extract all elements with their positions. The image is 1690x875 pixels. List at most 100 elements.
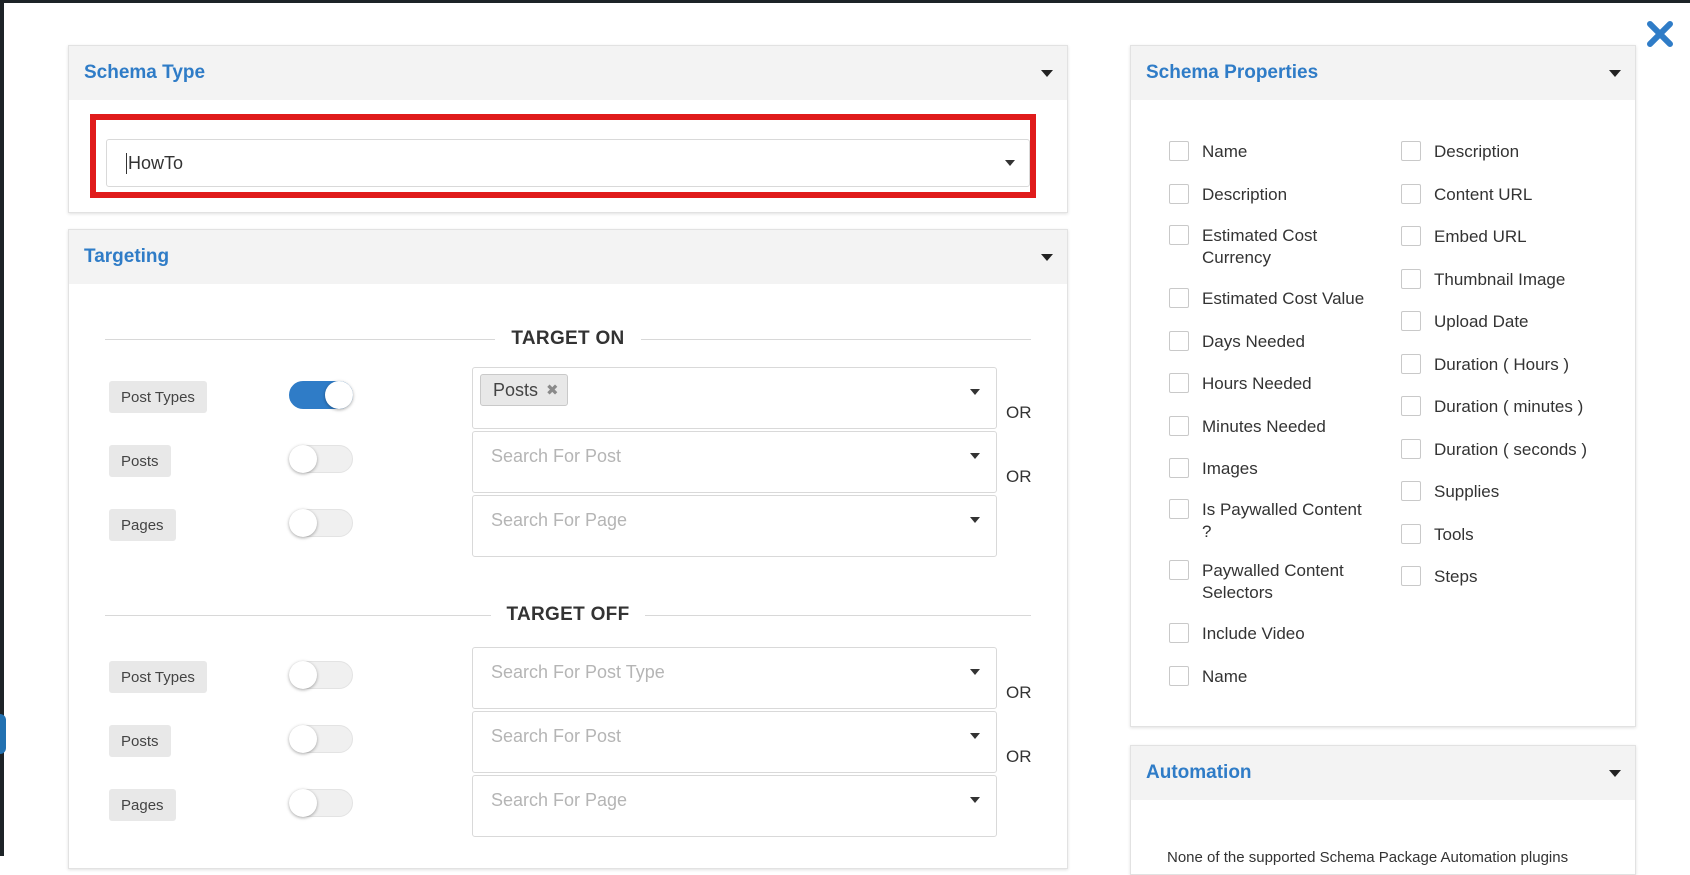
off-post-types-toggle[interactable] xyxy=(289,661,353,689)
property-checkbox[interactable]: Steps xyxy=(1401,566,1604,588)
posts-toggle[interactable] xyxy=(289,445,353,473)
checkbox[interactable] xyxy=(1401,524,1421,544)
checkbox[interactable] xyxy=(1401,311,1421,331)
schema-type-header[interactable]: Schema Type xyxy=(69,46,1067,100)
checkbox[interactable] xyxy=(1401,269,1421,289)
schema-properties-panel: Schema Properties Name Description Estim… xyxy=(1130,45,1636,727)
close-button[interactable] xyxy=(1644,18,1676,50)
property-checkbox[interactable]: Name xyxy=(1169,666,1372,688)
property-checkbox[interactable]: Duration ( seconds ) xyxy=(1401,439,1604,461)
or-separator: OR xyxy=(1006,747,1032,766)
target-off-row-post-types: Post Types Search For Post Type OR xyxy=(69,647,1067,709)
row-label: Pages xyxy=(109,789,176,821)
off-post-types-select[interactable]: Search For Post Type xyxy=(472,647,997,709)
collapse-caret-icon[interactable] xyxy=(1041,69,1053,77)
checkbox[interactable] xyxy=(1169,373,1189,393)
post-types-select[interactable]: Posts ✖ xyxy=(472,367,997,429)
property-checkbox[interactable]: Content URL xyxy=(1401,184,1604,206)
schema-type-value: HowTo xyxy=(126,152,184,174)
property-checkbox[interactable]: Hours Needed xyxy=(1169,373,1372,395)
remove-chip-icon[interactable]: ✖ xyxy=(546,381,559,399)
checkbox[interactable] xyxy=(1401,354,1421,374)
checkbox[interactable] xyxy=(1169,141,1189,161)
checkbox[interactable] xyxy=(1169,331,1189,351)
target-off-heading: TARGET OFF xyxy=(105,603,1031,627)
off-pages-search-select[interactable]: Search For Page xyxy=(472,775,997,837)
targeting-title: Targeting xyxy=(84,246,170,267)
property-checkbox[interactable]: Estimated Cost Currency xyxy=(1169,225,1372,269)
collapse-caret-icon[interactable] xyxy=(1609,769,1621,777)
row-label: Posts xyxy=(109,725,171,757)
collapse-caret-icon[interactable] xyxy=(1041,253,1053,261)
property-checkbox[interactable]: Description xyxy=(1169,184,1372,206)
target-off-row-posts: Posts Search For Post OR xyxy=(69,711,1067,773)
property-checkbox[interactable]: Tools xyxy=(1401,524,1604,546)
target-on-row-pages: Pages Search For Page xyxy=(69,495,1067,557)
side-tab-handle[interactable] xyxy=(0,714,6,754)
schema-type-select[interactable]: HowTo xyxy=(106,139,1030,187)
or-separator: OR xyxy=(1006,683,1032,702)
checkbox[interactable] xyxy=(1401,481,1421,501)
property-checkbox[interactable]: Upload Date xyxy=(1401,311,1604,333)
row-label: Post Types xyxy=(109,661,207,693)
off-pages-toggle[interactable] xyxy=(289,789,353,817)
property-checkbox[interactable]: Supplies xyxy=(1401,481,1604,503)
target-on-row-posts: Posts Search For Post OR xyxy=(69,431,1067,493)
checkbox[interactable] xyxy=(1401,226,1421,246)
property-checkbox[interactable]: Embed URL xyxy=(1401,226,1604,248)
dropdown-caret-icon xyxy=(970,797,980,803)
property-checkbox[interactable]: Estimated Cost Value xyxy=(1169,288,1372,310)
property-checkbox[interactable]: Thumbnail Image xyxy=(1401,269,1604,291)
dropdown-caret-icon xyxy=(970,453,980,459)
schema-type-panel: Schema Type HowTo xyxy=(68,45,1068,213)
property-checkbox[interactable]: Name xyxy=(1169,141,1372,163)
dropdown-caret-icon xyxy=(970,517,980,523)
checkbox[interactable] xyxy=(1169,666,1189,686)
target-off-row-pages: Pages Search For Page xyxy=(69,775,1067,837)
target-on-row-post-types: Post Types Posts ✖ OR xyxy=(69,367,1067,429)
close-icon xyxy=(1647,21,1673,47)
property-checkbox[interactable]: Paywalled Content Selectors xyxy=(1169,560,1372,604)
schema-properties-header[interactable]: Schema Properties xyxy=(1131,46,1635,100)
dropdown-caret-icon xyxy=(1005,160,1015,166)
placeholder: Search For Post Type xyxy=(491,662,665,682)
checkbox[interactable] xyxy=(1169,184,1189,204)
placeholder: Search For Post xyxy=(491,726,622,746)
collapse-caret-icon[interactable] xyxy=(1609,69,1621,77)
checkbox[interactable] xyxy=(1401,396,1421,416)
checkbox[interactable] xyxy=(1169,623,1189,643)
property-checkbox[interactable]: Days Needed xyxy=(1169,331,1372,353)
checkbox[interactable] xyxy=(1169,560,1189,580)
or-separator: OR xyxy=(1006,403,1032,422)
checkbox[interactable] xyxy=(1401,184,1421,204)
property-checkbox[interactable]: Duration ( Hours ) xyxy=(1401,354,1604,376)
property-checkbox[interactable]: Minutes Needed xyxy=(1169,416,1372,438)
dropdown-caret-icon xyxy=(970,733,980,739)
property-checkbox[interactable]: Description xyxy=(1401,141,1604,163)
property-checkbox[interactable]: Images xyxy=(1169,458,1372,480)
property-checkbox[interactable]: Include Video xyxy=(1169,623,1372,645)
window-frame-top xyxy=(0,0,1690,3)
placeholder: Search For Page xyxy=(491,790,628,810)
automation-header[interactable]: Automation xyxy=(1131,746,1635,800)
target-on-heading: TARGET ON xyxy=(105,327,1031,351)
posts-search-select[interactable]: Search For Post xyxy=(472,431,997,493)
checkbox[interactable] xyxy=(1169,416,1189,436)
off-posts-search-select[interactable]: Search For Post xyxy=(472,711,997,773)
checkbox[interactable] xyxy=(1401,566,1421,586)
pages-search-select[interactable]: Search For Page xyxy=(472,495,997,557)
checkbox[interactable] xyxy=(1401,141,1421,161)
property-checkbox[interactable]: Is Paywalled Content ? xyxy=(1169,499,1372,543)
pages-toggle[interactable] xyxy=(289,509,353,537)
checkbox[interactable] xyxy=(1169,225,1189,245)
targeting-header[interactable]: Targeting xyxy=(69,230,1067,284)
off-posts-toggle[interactable] xyxy=(289,725,353,753)
schema-type-title: Schema Type xyxy=(84,62,206,83)
property-checkbox[interactable]: Duration ( minutes ) xyxy=(1401,396,1604,418)
checkbox[interactable] xyxy=(1169,288,1189,308)
checkbox[interactable] xyxy=(1401,439,1421,459)
post-types-toggle[interactable] xyxy=(289,381,353,409)
checkbox[interactable] xyxy=(1169,499,1189,519)
row-label: Post Types xyxy=(109,381,207,413)
checkbox[interactable] xyxy=(1169,458,1189,478)
